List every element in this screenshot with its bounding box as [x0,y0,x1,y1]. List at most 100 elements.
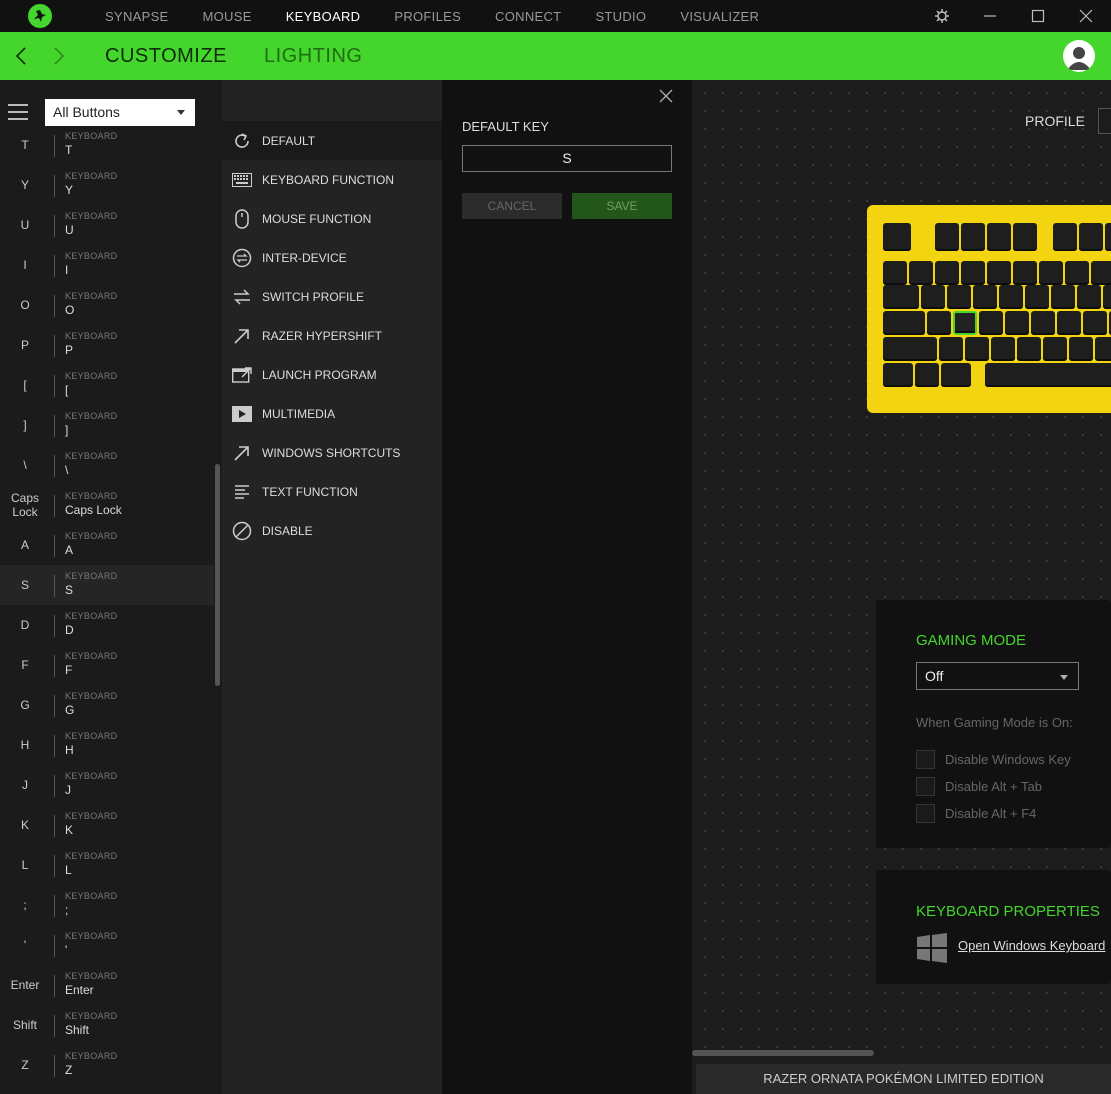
keyboard-key[interactable] [961,223,985,251]
key-list-item[interactable]: F KEYBOARD F [0,645,214,685]
function-item-inter-device[interactable]: INTER-DEVICE [222,238,442,277]
key-list-item[interactable]: Y KEYBOARD Y [0,165,214,205]
key-list-item[interactable]: I KEYBOARD I [0,245,214,285]
keyboard-key[interactable] [1013,261,1037,285]
key-list-item[interactable]: O KEYBOARD O [0,285,214,325]
tab-lighting[interactable]: LIGHTING [264,45,362,68]
key-list-item[interactable]: L KEYBOARD L [0,845,214,885]
keyboard-key[interactable] [883,285,919,309]
keyboard-key[interactable] [1025,285,1049,309]
disable-alt-tab-option[interactable]: Disable Alt + Tab [916,777,1042,796]
nav-tab-connect[interactable]: CONNECT [478,0,578,32]
function-item-windows-shortcuts[interactable]: WINDOWS SHORTCUTS [222,433,442,472]
nav-tab-mouse[interactable]: MOUSE [186,0,269,32]
function-item-multimedia[interactable]: MULTIMEDIA [222,394,442,433]
keyboard-key[interactable] [999,285,1023,309]
key-list-scrollbar[interactable] [215,464,220,686]
keyboard-key[interactable] [935,261,959,285]
forward-arrow-icon[interactable] [47,44,71,68]
key-list-item[interactable]: J KEYBOARD J [0,765,214,805]
keyboard-key[interactable] [1069,337,1093,361]
keyboard-key[interactable] [1053,223,1077,251]
key-list-item[interactable]: T KEYBOARD T [0,125,214,165]
key-list-item[interactable]: Shift KEYBOARD Shift [0,1005,214,1045]
disable-windows-key-option[interactable]: Disable Windows Key [916,750,1071,769]
key-list-item[interactable]: H KEYBOARD H [0,725,214,765]
keyboard-key[interactable] [935,223,959,251]
keyboard-key[interactable] [939,337,963,361]
function-item-disable[interactable]: DISABLE [222,511,442,550]
keyboard-key[interactable] [883,223,911,251]
nav-tab-synapse[interactable]: SYNAPSE [88,0,186,32]
menu-hamburger-icon[interactable] [8,104,28,120]
keyboard-key[interactable] [973,285,997,309]
disable-alt-f4-option[interactable]: Disable Alt + F4 [916,804,1036,823]
key-list-item[interactable]: ' KEYBOARD ' [0,925,214,965]
key-list-item[interactable]: Caps Lock KEYBOARD Caps Lock [0,485,214,525]
keyboard-key[interactable] [915,363,939,387]
keyboard-key[interactable] [991,337,1015,361]
keyboard-key[interactable] [947,285,971,309]
function-item-launch-program[interactable]: LAUNCH PROGRAM [222,355,442,394]
nav-tab-visualizer[interactable]: VISUALIZER [663,0,776,32]
close-window-icon[interactable] [1062,0,1110,32]
nav-tab-keyboard[interactable]: KEYBOARD [269,0,378,32]
keyboard-key[interactable] [909,261,933,285]
key-list-item[interactable]: K KEYBOARD K [0,805,214,845]
keyboard-key[interactable] [1103,285,1111,309]
gaming-mode-dropdown[interactable]: Off [916,662,1079,690]
keyboard-key[interactable] [985,363,1111,387]
keyboard-key[interactable] [941,363,971,387]
key-list-item[interactable]: S KEYBOARD S [0,565,214,605]
back-arrow-icon[interactable] [9,44,33,68]
keyboard-key[interactable] [979,311,1003,335]
key-list-item[interactable]: Enter KEYBOARD Enter [0,965,214,1005]
key-list-item[interactable]: Z KEYBOARD Z [0,1045,214,1085]
key-list-item[interactable]: \ KEYBOARD \ [0,445,214,485]
keyboard-key[interactable] [987,223,1011,251]
button-filter-dropdown[interactable]: All Buttons [45,99,195,126]
keyboard-key[interactable] [883,261,907,285]
keyboard-key[interactable] [1057,311,1081,335]
key-list-item[interactable]: D KEYBOARD D [0,605,214,645]
key-list-item[interactable]: A KEYBOARD A [0,525,214,565]
function-item-keyboard-function[interactable]: KEYBOARD FUNCTION [222,160,442,199]
keyboard-key[interactable] [1083,311,1107,335]
key-list-item[interactable]: ] KEYBOARD] [0,405,214,445]
key-list-item[interactable]: U KEYBOARD U [0,205,214,245]
keyboard-key[interactable] [961,261,985,285]
save-button[interactable]: SAVE [572,193,672,219]
user-avatar-icon[interactable] [1063,40,1095,72]
function-item-text-function[interactable]: TEXT FUNCTION [222,472,442,511]
keyboard-key[interactable] [1077,285,1101,309]
key-list-item[interactable]: P KEYBOARD P [0,325,214,365]
checkbox[interactable] [916,750,935,769]
keyboard-key[interactable] [1039,261,1063,285]
keyboard-key[interactable] [965,337,989,361]
horizontal-scrollbar[interactable] [692,1050,874,1056]
keyboard-key[interactable] [883,363,913,387]
keyboard-key[interactable] [1017,337,1041,361]
keyboard-key[interactable] [1079,223,1103,251]
checkbox[interactable] [916,804,935,823]
keyboard-image[interactable] [867,205,1111,413]
keyboard-key[interactable] [987,261,1011,285]
open-windows-keyboard-link[interactable]: Open Windows Keyboard [958,938,1105,953]
maximize-icon[interactable] [1014,0,1062,32]
keyboard-key[interactable] [921,285,945,309]
keyboard-key-selected[interactable] [953,311,977,335]
keyboard-key[interactable] [1105,223,1111,251]
function-item-switch-profile[interactable]: SWITCH PROFILE [222,277,442,316]
keyboard-key[interactable] [1043,337,1067,361]
keyboard-key[interactable] [1005,311,1029,335]
key-list-item[interactable]: [KEYBOARD [ [0,365,214,405]
close-icon[interactable] [658,88,676,106]
keyboard-key[interactable] [1013,223,1037,251]
keyboard-key[interactable] [1065,261,1089,285]
checkbox[interactable] [916,777,935,796]
keyboard-key[interactable] [927,311,951,335]
function-item-mouse-function[interactable]: MOUSE FUNCTION [222,199,442,238]
keyboard-key[interactable] [883,311,925,335]
minimize-icon[interactable] [966,0,1014,32]
keyboard-key[interactable] [883,337,937,361]
